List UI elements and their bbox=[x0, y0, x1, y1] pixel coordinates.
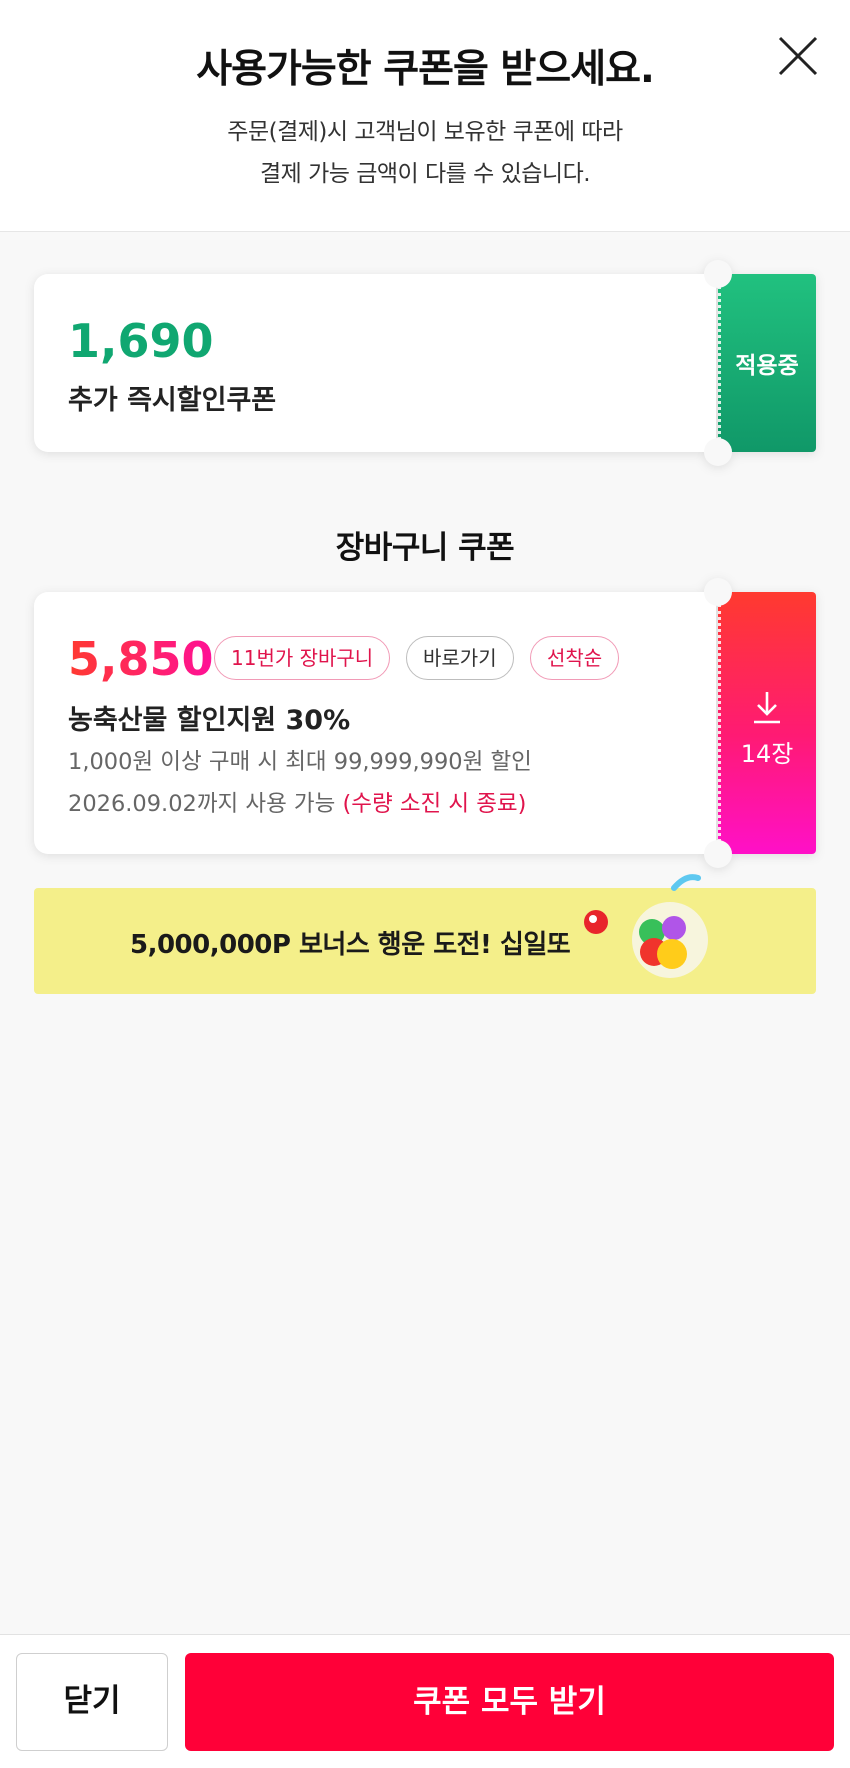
download-icon bbox=[754, 692, 780, 724]
subtitle-line-1: 주문(결제)시 고객님이 보유한 쿠폰에 따라 bbox=[227, 119, 623, 145]
close-icon bbox=[778, 36, 818, 76]
coupon-count: 14장 bbox=[740, 740, 794, 768]
applied-coupon-card: 1,690 추가 즉시할인쿠폰 적용중 bbox=[34, 260, 816, 466]
coupon-validity: 2026.09.02까지 사용 가능 bbox=[68, 791, 336, 817]
subtitle-line-2: 결제 가능 금액이 다를 수 있습니다. bbox=[259, 161, 591, 187]
banner-text: 5,000,000P 보너스 행운 도전! 십일또 bbox=[130, 930, 571, 960]
footer-actions: 닫기 쿠폰 모두 받기 bbox=[0, 1634, 850, 1768]
modal-header: 사용가능한 쿠폰을 받으세요. 주문(결제)시 고객님이 보유한 쿠폰에 따라 … bbox=[0, 0, 850, 232]
ticket-notch bbox=[704, 578, 732, 606]
close-footer-button[interactable]: 닫기 bbox=[16, 1653, 168, 1751]
get-all-coupons-button[interactable]: 쿠폰 모두 받기 bbox=[185, 1653, 834, 1751]
page-title: 사용가능한 쿠폰을 받으세요. bbox=[196, 47, 655, 92]
lotto-balls-icon bbox=[584, 874, 708, 978]
download-coupon-button[interactable]: 14장 bbox=[718, 592, 816, 854]
section-title: 장바구니 쿠폰 bbox=[335, 530, 515, 566]
shortcut-link[interactable]: 바로가기 bbox=[406, 636, 514, 680]
coupon-condition: 1,000원 이상 구매 시 최대 99,999,990원 할인 bbox=[68, 749, 532, 775]
coupon-amount: 5,850 bbox=[68, 632, 214, 686]
coupon-body: 1,690 추가 즉시할인쿠폰 bbox=[34, 274, 716, 452]
ticket-notch bbox=[704, 260, 732, 288]
applied-status-label: 적용중 bbox=[735, 353, 799, 379]
ticket-notch bbox=[704, 438, 732, 466]
coupon-amount: 1,690 bbox=[68, 314, 214, 368]
ticket-notch bbox=[704, 840, 732, 868]
tag-first-come[interactable]: 선착순 bbox=[530, 636, 620, 680]
cart-coupon-card: 5,850 11번가 장바구니 바로가기 선착순 농축산물 할인지원 30% 1… bbox=[34, 578, 816, 868]
tag-11st-cart[interactable]: 11번가 장바구니 bbox=[214, 636, 391, 680]
coupon-status-stub[interactable]: 적용중 bbox=[718, 274, 816, 452]
close-button[interactable] bbox=[772, 30, 824, 82]
coupon-name: 농축산물 할인지원 30% bbox=[68, 705, 351, 736]
coupon-warning: (수량 소진 시 종료) bbox=[342, 791, 527, 817]
coupon-name: 추가 즉시할인쿠폰 bbox=[68, 385, 277, 416]
coupon-body: 5,850 11번가 장바구니 바로가기 선착순 농축산물 할인지원 30% 1… bbox=[34, 592, 716, 854]
coupon-validity-line: 2026.09.02까지 사용 가능 (수량 소진 시 종료) bbox=[68, 786, 526, 818]
lottery-banner[interactable]: 5,000,000P 보너스 행운 도전! 십일또 bbox=[34, 874, 816, 994]
